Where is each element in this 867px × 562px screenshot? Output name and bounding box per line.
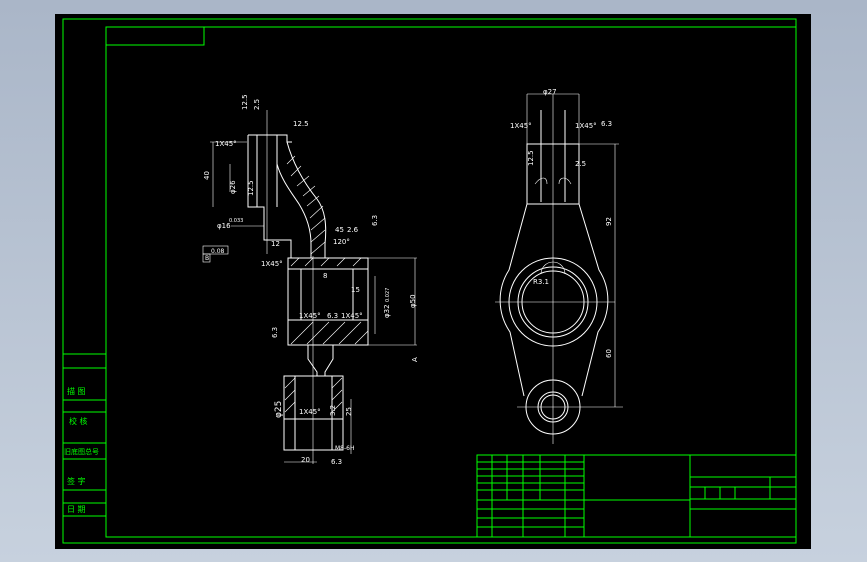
dim-2-6: 2.6	[347, 226, 359, 234]
front-view: φ27 1X45° 1X45° 6.3 12.5 2.5 92 R3.1 60	[495, 88, 623, 444]
dim-ra-right: 6.3	[371, 215, 379, 226]
dim-top-ra: 12.5	[241, 94, 249, 110]
dim-8: 8	[323, 272, 327, 280]
dim-ra-32: 3.2	[329, 405, 337, 416]
dim-15: 15	[351, 286, 360, 294]
dim-top-ra-right: 12.5	[293, 120, 309, 128]
dim-chamfer-low1: 1X45°	[299, 312, 321, 320]
side-section-view: 12.5 2.5 12.5 1X45° 40 φ26 12.5 φ16 0.03…	[202, 94, 419, 466]
dim-chamfer-right: 1X45°	[575, 122, 597, 130]
dim-top-2: 2.5	[253, 99, 261, 110]
dim-ra-bot: 6.3	[331, 458, 342, 466]
dim-ra-12-5: 12.5	[527, 150, 535, 166]
dim-tol-small: 0.033	[229, 218, 243, 224]
cell-drawn: 描 图	[67, 386, 86, 396]
dim-60: 60	[605, 349, 613, 358]
dim-ra-6-3: 6.3	[601, 120, 612, 128]
dim-12: 12	[271, 240, 280, 248]
datum-b: B	[205, 255, 209, 262]
dim-phi26: φ26	[229, 180, 237, 194]
dim-chamfer-bot: 1X45°	[299, 408, 321, 416]
inner-frame	[105, 26, 797, 538]
dim-chamfer-mid: 1X45°	[261, 260, 283, 268]
dim-flat-tol: 0.08	[211, 248, 225, 255]
cell-checked: 校 核	[69, 416, 88, 426]
dim-r3-1: R3.1	[533, 278, 549, 286]
cell-date: 日 期	[67, 505, 86, 514]
dim-phi50: φ50	[409, 294, 417, 308]
dim-40: 40	[203, 171, 211, 180]
dim-chamfer-low2: 1X45°	[341, 312, 363, 320]
section-a: A	[411, 357, 419, 362]
dim-thread: M8-6H	[335, 445, 355, 452]
top-left-box	[105, 26, 205, 46]
dim-ra-left: 6.3	[271, 327, 279, 338]
drawing-sheet: 描 图 校 核 旧底图总号 签 字 日 期 12.5 2.5 12.5 1X45…	[55, 14, 811, 549]
dim-ra-mid: 12.5	[247, 180, 255, 196]
dim-phi27: φ27	[543, 88, 557, 96]
cell-old-drawing-no: 旧底图总号	[64, 447, 99, 456]
dim-ra-2-5: 2.5	[575, 160, 586, 168]
outer-frame	[62, 18, 797, 544]
dim-phi32: φ32	[383, 304, 391, 318]
dim-angle-120: 120°	[333, 238, 350, 246]
dim-ra-low: 6.3	[327, 312, 338, 320]
left-title-strip: 描 图 校 核 旧底图总号 签 字 日 期	[63, 353, 106, 517]
dim-20: 20	[301, 456, 310, 464]
dim-tol-bore: 0.027	[385, 288, 391, 302]
cell-signature: 签 字	[67, 476, 86, 486]
title-block	[476, 454, 797, 538]
cad-viewport: 描 图 校 核 旧底图总号 签 字 日 期 12.5 2.5 12.5 1X45…	[0, 0, 867, 562]
dim-chamfer-left: 1X45°	[510, 122, 532, 130]
dim-25: 25	[345, 407, 353, 416]
dim-92: 92	[605, 217, 613, 226]
dim-phi25: φ25	[274, 401, 284, 418]
dim-chamfer-top: 1X45°	[215, 140, 237, 148]
engineering-drawing: 描 图 校 核 旧底图总号 签 字 日 期 12.5 2.5 12.5 1X45…	[62, 18, 797, 544]
dim-45: 45	[335, 226, 344, 234]
